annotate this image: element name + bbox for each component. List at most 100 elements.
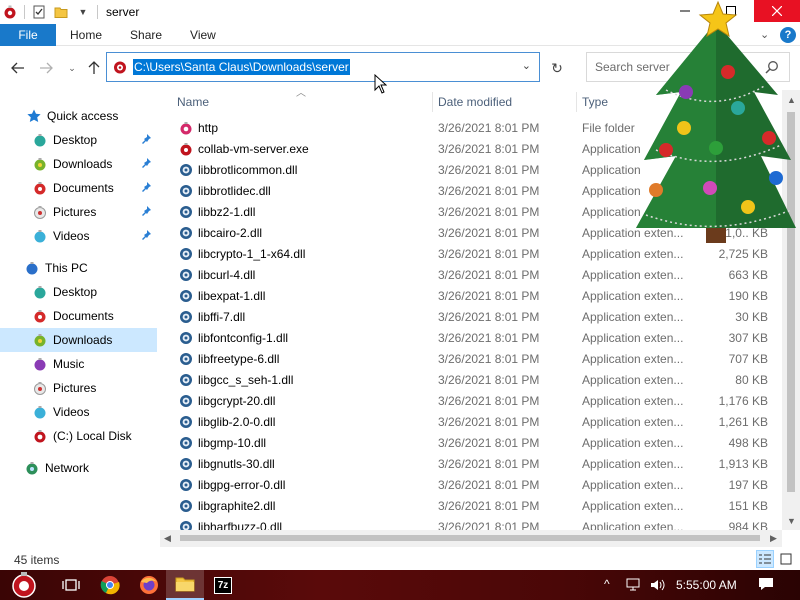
nav-this-pc[interactable]: This PC [0, 256, 157, 280]
action-center-icon[interactable] [758, 576, 774, 595]
tab-share[interactable]: Share [116, 24, 176, 46]
refresh-button[interactable]: ↻ [546, 58, 568, 78]
nav-network[interactable]: Network [0, 456, 157, 480]
nav-qa-documents[interactable]: Documents [0, 176, 157, 200]
nav-label: Music [53, 357, 85, 371]
nav-pc-music[interactable]: Music [0, 352, 157, 376]
app-ornament-icon[interactable] [2, 4, 18, 20]
7zip-icon[interactable]: 7z [204, 570, 242, 600]
nav-qa-pictures[interactable]: Pictures [0, 200, 157, 224]
back-button[interactable] [8, 58, 28, 78]
tab-file[interactable]: File [0, 23, 56, 46]
task-view-icon[interactable] [52, 570, 90, 600]
file-type: Application exten... [582, 436, 684, 450]
nav-quick-access[interactable]: Quick access [0, 104, 157, 128]
folder-ornament-icon [111, 58, 129, 76]
dll-file-icon [179, 268, 195, 284]
file-row[interactable]: libgcc_s_seh-1.dll 3/26/2021 8:01 PM Appli… [173, 370, 773, 391]
nav-qa-downloads[interactable]: Downloads [0, 152, 157, 176]
address-dropdown-icon[interactable]: ⌄ [522, 59, 531, 72]
ornament-green-icon [32, 332, 48, 348]
file-type: Application exten... [582, 499, 684, 513]
nav-label: Network [45, 461, 90, 475]
show-hidden-icons-icon[interactable]: ^ [604, 577, 610, 591]
file-size: 307 KB [728, 331, 768, 345]
file-row[interactable]: libfreetype-6.dll 3/26/2021 8:01 PM Applic… [173, 349, 773, 370]
clock[interactable]: 5:55:00 AM [676, 578, 737, 592]
chrome-icon[interactable] [91, 570, 129, 600]
file-name: libgraphite2.dll [198, 499, 276, 513]
nav-label: This PC [45, 261, 88, 275]
scroll-right-icon[interactable]: ▶ [770, 533, 777, 544]
pin-icon[interactable] [140, 229, 152, 244]
up-button[interactable] [84, 58, 104, 78]
tab-view[interactable]: View [176, 24, 230, 46]
navigation-pane: Quick access Desktop Downloads Documents… [0, 90, 157, 548]
file-size: 498 KB [728, 436, 768, 450]
column-name[interactable]: Name [177, 90, 431, 114]
column-divider[interactable] [432, 92, 433, 112]
dll-file-icon [179, 205, 195, 221]
new-folder-icon[interactable] [53, 4, 69, 20]
file-row[interactable]: libgcrypt-20.dll 3/26/2021 8:01 PM Applica… [173, 391, 773, 412]
forward-button[interactable] [36, 58, 56, 78]
nav-pc-pictures[interactable]: Pictures [0, 376, 157, 400]
file-explorer-icon[interactable] [166, 570, 204, 600]
folder-ornament-icon [179, 121, 195, 137]
dll-file-icon [179, 310, 195, 326]
file-size: 707 KB [728, 352, 768, 366]
nav-qa-videos[interactable]: Videos [0, 224, 157, 248]
file-row[interactable]: libexpat-1.dll 3/26/2021 8:01 PM Applicati… [173, 286, 773, 307]
file-row[interactable]: libfontconfig-1.dll 3/26/2021 8:01 PM Appl… [173, 328, 773, 349]
file-row[interactable]: libharfbuzz-0.dll 3/26/2021 8:01 PM Applic… [173, 517, 773, 530]
file-row[interactable]: libgmp-10.dll 3/26/2021 8:01 PM Applicatio… [173, 433, 773, 454]
dll-file-icon [179, 184, 195, 200]
file-row[interactable]: libffi-7.dll 3/26/2021 8:01 PM Application… [173, 307, 773, 328]
horizontal-scroll-thumb[interactable] [180, 535, 760, 541]
file-name: libgmp-10.dll [198, 436, 267, 450]
scroll-down-icon[interactable]: ▼ [787, 516, 796, 526]
pin-icon[interactable] [140, 157, 152, 172]
file-type: Application exten... [582, 394, 684, 408]
nav-qa-desktop[interactable]: Desktop [0, 128, 157, 152]
file-row[interactable]: libgnutls-30.dll 3/26/2021 8:01 PM Applica… [173, 454, 773, 475]
column-date-modified[interactable]: Date modified [438, 90, 576, 114]
details-view-button[interactable] [756, 550, 774, 568]
nav-pc-downloads[interactable]: Downloads [0, 328, 157, 352]
dll-file-icon [179, 331, 195, 347]
volume-tray-icon[interactable] [650, 578, 666, 595]
recent-locations-icon[interactable]: ⌄ [62, 58, 82, 78]
tab-home[interactable]: Home [56, 24, 116, 46]
address-bar[interactable]: C:\Users\Santa Claus\Downloads\server ⌄ [106, 52, 540, 82]
large-icons-view-button[interactable] [777, 550, 795, 568]
file-row[interactable]: libglib-2.0-0.dll 3/26/2021 8:01 PM Applic… [173, 412, 773, 433]
file-row[interactable]: libcurl-4.dll 3/26/2021 8:01 PM Applicatio… [173, 265, 773, 286]
nav-label: Documents [53, 309, 114, 323]
scroll-left-icon[interactable]: ◀ [164, 533, 171, 544]
address-path[interactable]: C:\Users\Santa Claus\Downloads\server [133, 59, 350, 75]
ornament-teal-icon [32, 132, 48, 148]
ornament-network-icon [24, 460, 40, 476]
column-divider[interactable] [576, 92, 577, 112]
pin-icon[interactable] [140, 133, 152, 148]
network-tray-icon[interactable] [626, 578, 642, 595]
nav-pc-documents[interactable]: Documents [0, 304, 157, 328]
firefox-icon[interactable] [130, 570, 168, 600]
nav-label: (C:) Local Disk [53, 429, 132, 443]
pin-icon[interactable] [140, 205, 152, 220]
file-date-modified: 3/26/2021 8:01 PM [438, 352, 540, 366]
properties-icon[interactable] [31, 4, 47, 20]
file-name: libgcrypt-20.dll [198, 394, 276, 408]
pin-icon[interactable] [140, 181, 152, 196]
nav-pc-desktop[interactable]: Desktop [0, 280, 157, 304]
start-orb-icon[interactable] [4, 570, 44, 600]
file-date-modified: 3/26/2021 8:01 PM [438, 163, 540, 177]
nav-pc-videos[interactable]: Videos [0, 400, 157, 424]
file-name: libexpat-1.dll [198, 289, 266, 303]
ornament-teal-icon [32, 284, 48, 300]
file-row[interactable]: libgraphite2.dll 3/26/2021 8:01 PM Applica… [173, 496, 773, 517]
customize-toolbar-icon[interactable]: ▼ [75, 4, 91, 20]
file-row[interactable]: libgpg-error-0.dll 3/26/2021 8:01 PM Appli… [173, 475, 773, 496]
file-date-modified: 3/26/2021 8:01 PM [438, 331, 540, 345]
nav-pc-local-disk[interactable]: (C:) Local Disk [0, 424, 157, 448]
